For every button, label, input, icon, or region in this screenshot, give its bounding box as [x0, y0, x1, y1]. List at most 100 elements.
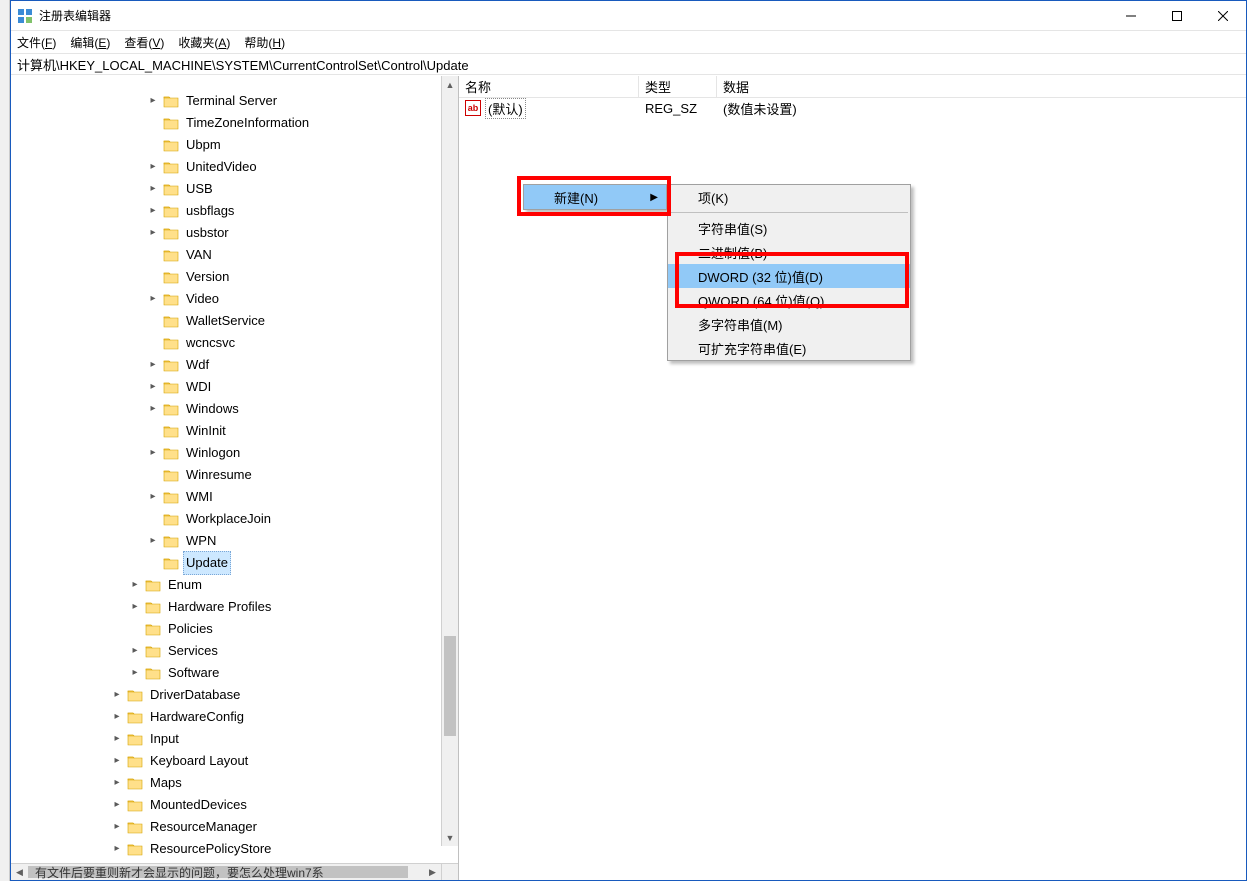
tree-node[interactable]: ▸Maps [51, 772, 458, 794]
chevron-right-icon[interactable]: ▸ [145, 398, 161, 420]
submenu-key[interactable]: 项(K) [668, 185, 910, 209]
tree-node[interactable]: ▸Ubpm [51, 134, 458, 156]
context-menu-new[interactable]: 新建(N) ▶ [524, 185, 666, 209]
scroll-down-icon[interactable]: ▼ [442, 829, 458, 846]
tree-node[interactable]: ▸UnitedVideo [51, 156, 458, 178]
chevron-right-icon[interactable]: ▸ [127, 574, 143, 596]
tree-node[interactable]: ▸Policies [51, 618, 458, 640]
chevron-right-icon[interactable]: ▸ [109, 772, 125, 794]
tree-node[interactable]: ▸Input [51, 728, 458, 750]
scroll-up-icon[interactable]: ▲ [442, 76, 458, 93]
submenu-dword[interactable]: DWORD (32 位)值(D) [668, 264, 910, 288]
chevron-right-icon[interactable]: ▸ [109, 838, 125, 860]
tree-node[interactable]: ▸TimeZoneInformation [51, 112, 458, 134]
chevron-right-icon[interactable]: ▸ [145, 530, 161, 552]
chevron-right-icon[interactable]: ▸ [145, 222, 161, 244]
tree-node[interactable]: ▸Windows [51, 398, 458, 420]
tree-node[interactable]: ▸ Enum [51, 574, 458, 596]
tree-node[interactable]: ▸Software [51, 662, 458, 684]
chevron-right-icon[interactable]: ▸ [109, 816, 125, 838]
menu-view[interactable]: 查看(V) [124, 34, 164, 51]
chevron-right-icon[interactable]: ▸ [145, 442, 161, 464]
minimize-button[interactable] [1108, 1, 1154, 30]
tree-node[interactable]: ▸ Terminal Server [51, 90, 458, 112]
menu-edit[interactable]: 编辑(E) [70, 34, 110, 51]
chevron-right-icon[interactable]: ▸ [145, 288, 161, 310]
tree-node[interactable]: ▸HardwareConfig [51, 706, 458, 728]
scrollbar-thumb[interactable] [444, 636, 456, 736]
menu-help[interactable]: 帮助(H) [244, 34, 285, 51]
tree-node[interactable]: ▸Video [51, 288, 458, 310]
scroll-right-icon[interactable]: ▶ [424, 864, 441, 880]
chevron-right-icon[interactable]: ▸ [145, 90, 161, 112]
scroll-left-icon[interactable]: ◀ [11, 864, 28, 880]
titlebar: 注册表编辑器 [11, 1, 1246, 31]
tree-node[interactable]: ▸ResourcePolicyStore [51, 838, 458, 860]
tree-node[interactable]: ▸VAN [51, 244, 458, 266]
tree-node-label: TimeZoneInformation [183, 111, 312, 135]
address-bar[interactable]: 计算机\HKEY_LOCAL_MACHINE\SYSTEM\CurrentCon… [11, 53, 1246, 75]
registry-tree[interactable]: ▸Terminal Server▸TimeZoneInformation▸Ubp… [11, 90, 458, 860]
folder-icon [163, 512, 179, 526]
tree-node[interactable]: ▸WPN [51, 530, 458, 552]
submenu-expandstring[interactable]: 可扩充字符串值(E) [668, 336, 910, 360]
tree-node[interactable]: ▸ Hardware Profiles [51, 596, 458, 618]
tree-node[interactable]: ▸ DriverDatabase [51, 684, 458, 706]
tree-node[interactable]: ▸WMI [51, 486, 458, 508]
folder-icon [163, 446, 179, 460]
chevron-right-icon[interactable]: ▸ [109, 706, 125, 728]
tree-node-label: Keyboard Layout [147, 749, 251, 773]
tree-node[interactable]: ▸Update [51, 552, 458, 574]
tree-node[interactable]: ▸ResourceManager [51, 816, 458, 838]
tree-node[interactable]: ▸WinInit [51, 420, 458, 442]
menu-file[interactable]: 文件(F) [17, 34, 56, 51]
tree-node[interactable]: ▸Wdf [51, 354, 458, 376]
tree-vertical-scrollbar[interactable]: ▲ ▼ [441, 76, 458, 846]
tree-node[interactable]: ▸WorkplaceJoin [51, 508, 458, 530]
tree-node[interactable]: ▸Services [51, 640, 458, 662]
submenu-string[interactable]: 字符串值(S) [668, 216, 910, 240]
tree-node-label: Hardware Profiles [165, 595, 274, 619]
value-row[interactable]: ab (默认) REG_SZ (数值未设置) [459, 98, 1246, 118]
tree-node[interactable]: ▸usbflags [51, 200, 458, 222]
chevron-right-icon[interactable]: ▸ [145, 178, 161, 200]
folder-icon [145, 600, 161, 614]
chevron-right-icon[interactable]: ▸ [145, 156, 161, 178]
tree-node[interactable]: ▸ Keyboard Layout [51, 750, 458, 772]
tree-node[interactable]: ▸Version [51, 266, 458, 288]
chevron-right-icon[interactable]: ▸ [145, 354, 161, 376]
folder-icon [163, 292, 179, 306]
tree-node-label: Enum [165, 573, 205, 597]
chevron-right-icon[interactable]: ▸ [145, 200, 161, 222]
chevron-right-icon[interactable]: ▸ [145, 486, 161, 508]
tree-node[interactable]: ▸wcncsvc [51, 332, 458, 354]
tree-node-label: Terminal Server [183, 89, 280, 113]
tree-node[interactable]: ▸usbstor [51, 222, 458, 244]
submenu-binary[interactable]: 二进制值(B) [668, 240, 910, 264]
tree-node[interactable]: ▸WDI [51, 376, 458, 398]
submenu-qword[interactable]: QWORD (64 位)值(Q) [668, 288, 910, 312]
tree-node[interactable]: ▸USB [51, 178, 458, 200]
column-type[interactable]: 类型 [639, 76, 717, 97]
folder-icon [163, 380, 179, 394]
menu-favorites[interactable]: 收藏夹(A) [178, 34, 230, 51]
tree-node[interactable]: ▸Winlogon [51, 442, 458, 464]
chevron-right-icon[interactable]: ▸ [127, 640, 143, 662]
chevron-right-icon[interactable]: ▸ [109, 684, 125, 706]
column-name[interactable]: 名称 [459, 76, 639, 97]
tree-node[interactable]: ▸WalletService [51, 310, 458, 332]
chevron-right-icon[interactable]: ▸ [109, 728, 125, 750]
chevron-right-icon[interactable]: ▸ [109, 750, 125, 772]
submenu-multistring[interactable]: 多字符串值(M) [668, 312, 910, 336]
tree-node[interactable]: ▸Winresume [51, 464, 458, 486]
tree-node[interactable]: ▸MountedDevices [51, 794, 458, 816]
chevron-right-icon[interactable]: ▸ [127, 662, 143, 684]
chevron-right-icon[interactable]: ▸ [145, 376, 161, 398]
maximize-button[interactable] [1154, 1, 1200, 30]
chevron-right-icon[interactable]: ▸ [127, 596, 143, 618]
context-menu-new-label: 新建(N) [554, 188, 598, 207]
close-button[interactable] [1200, 1, 1246, 30]
tree-node-label: DriverDatabase [147, 683, 243, 707]
column-data[interactable]: 数据 [717, 76, 1246, 97]
chevron-right-icon[interactable]: ▸ [109, 794, 125, 816]
